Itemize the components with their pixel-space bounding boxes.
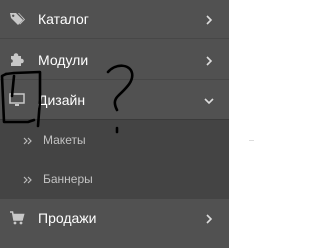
puzzle-icon — [9, 52, 25, 68]
chevron-right-icon — [203, 13, 215, 25]
chevron-down-icon — [203, 94, 215, 106]
submenu-item-label: Макеты — [43, 133, 86, 147]
menu-item-label: Модули — [38, 51, 89, 68]
menu-item-catalog[interactable]: Каталог — [0, 0, 229, 39]
menu-item-label: Каталог — [38, 11, 89, 27]
divider — [249, 140, 254, 141]
double-angle-right-icon — [23, 174, 33, 184]
menu-item-modules[interactable]: Модули — [0, 40, 229, 80]
submenu-item-label: Баннеры — [43, 172, 93, 186]
chevron-right-icon — [203, 54, 215, 66]
menu-item-label: Продажи — [38, 210, 97, 226]
menu-item-sales[interactable]: Продажи — [0, 198, 229, 238]
desktop-icon — [9, 92, 25, 108]
menu-item-design[interactable]: Дизайн — [0, 80, 229, 120]
double-angle-right-icon — [23, 135, 33, 145]
chevron-right-icon — [203, 212, 215, 224]
submenu-item-layouts[interactable]: Макеты — [0, 119, 229, 160]
submenu-item-banners[interactable]: Баннеры — [0, 159, 229, 199]
menu-item-label: Дизайн — [38, 92, 86, 108]
content-edge — [229, 0, 254, 248]
sidebar-menu: Каталог Модули Дизайн Макеты Баннеры Про… — [0, 0, 229, 248]
cart-icon — [9, 210, 25, 226]
tags-icon — [9, 11, 25, 27]
